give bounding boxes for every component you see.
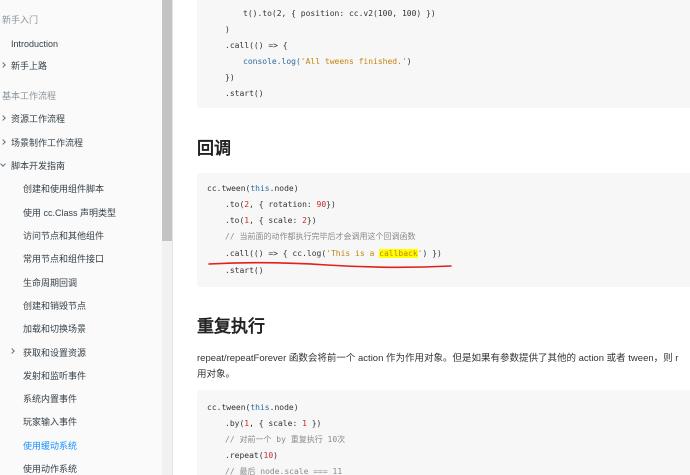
highlighted-word: callback [379, 249, 418, 258]
sidebar-item-internal-events[interactable]: 系统内置事件 [23, 393, 77, 405]
sidebar-item-load-scene[interactable]: 加载和切换场景 [23, 323, 86, 335]
sidebar-item-cc-class[interactable]: 使用 cc.Class 声明类型 [23, 207, 116, 219]
sidebar-item-node-component-api[interactable]: 常用节点和组件接口 [23, 253, 104, 265]
chevron-right-icon[interactable] [0, 139, 6, 145]
code-line: .to(1, { scale: 2}) [225, 216, 317, 225]
sidebar-item-scripting-guide[interactable]: 脚本开发指南 [11, 160, 65, 172]
red-underline-annotation [208, 261, 452, 269]
sidebar-item-tween-system[interactable]: 使用缓动系统 [23, 440, 77, 452]
code-line: t().to(2, { position: cc.v2(100, 100) }) [243, 9, 436, 18]
code-line: ) [225, 25, 230, 34]
code-line: .start() [225, 89, 264, 98]
chevron-right-icon[interactable] [9, 348, 15, 354]
code-comment: // 对前一个 by 重复执行 10次 [225, 435, 346, 444]
chevron-down-icon[interactable] [0, 161, 6, 167]
sidebar-item-create-destroy[interactable]: 创建和销毁节点 [23, 300, 86, 312]
sidebar-item-access-node[interactable]: 访问节点和其他组件 [23, 230, 104, 242]
sidebar-item-introduction[interactable]: Introduction [11, 38, 58, 50]
sidebar-item-load-assets[interactable]: 获取和设置资源 [23, 347, 86, 359]
code-line: .by(1, { scale: 1 }) [225, 419, 322, 428]
code-line: .call(() => { [225, 41, 288, 50]
code-comment: // 当前面的动作都执行完毕后才会调用这个回调函数 [225, 232, 416, 241]
sidebar-section-basic-workflow: 基本工作流程 [2, 91, 57, 101]
sidebar-item-action-system[interactable]: 使用动作系统 [23, 463, 77, 475]
code-comment: // 最后 node.scale === 11 [225, 467, 343, 475]
sidebar-item-quick-start[interactable]: 新手上路 [11, 60, 47, 72]
code-line: cc.tween(this.node) [207, 184, 299, 193]
doc-content: t().to(2, { position: cc.v2(100, 100) })… [173, 0, 690, 475]
repeat-description-line1: repeat/repeatForever 函数会将前一个 action 作为作用… [197, 353, 679, 364]
sidebar-item-scene-workflow[interactable]: 场景制作工作流程 [11, 137, 83, 149]
sidebar-scrollbar-thumb[interactable] [162, 0, 172, 241]
code-line: .repeat(10) [225, 451, 278, 460]
chevron-right-icon[interactable] [0, 115, 6, 121]
section-heading-callback: 回调 [197, 139, 231, 158]
sidebar-item-events[interactable]: 发射和监听事件 [23, 370, 86, 382]
sidebar-item-life-cycle[interactable]: 生命周期回调 [23, 277, 77, 289]
sidebar-item-player-input[interactable]: 玩家输入事件 [23, 416, 77, 428]
code-line: cc.tween(this.node) [207, 403, 299, 412]
chevron-right-icon[interactable] [0, 62, 6, 68]
code-line: }) [225, 73, 235, 82]
code-block-call: t().to(2, { position: cc.v2(100, 100) })… [197, 0, 690, 108]
code-block-repeat: cc.tween(this.node) .by(1, { scale: 1 })… [197, 390, 690, 475]
code-line: .to(2, { rotation: 90}) [225, 200, 336, 209]
code-line: console.log('All tweens finished.') [243, 57, 412, 66]
repeat-description-line2: 用对象。 [197, 369, 236, 380]
section-heading-repeat: 重复执行 [197, 317, 265, 336]
sidebar-item-create-component[interactable]: 创建和使用组件脚本 [23, 183, 104, 195]
sidebar-nav: 新手入门 Introduction 新手上路 基本工作流程 资源工作流程 场景制… [0, 0, 162, 475]
sidebar-section-getting-started: 新手入门 [2, 15, 39, 25]
sidebar-item-asset-workflow[interactable]: 资源工作流程 [11, 113, 65, 125]
